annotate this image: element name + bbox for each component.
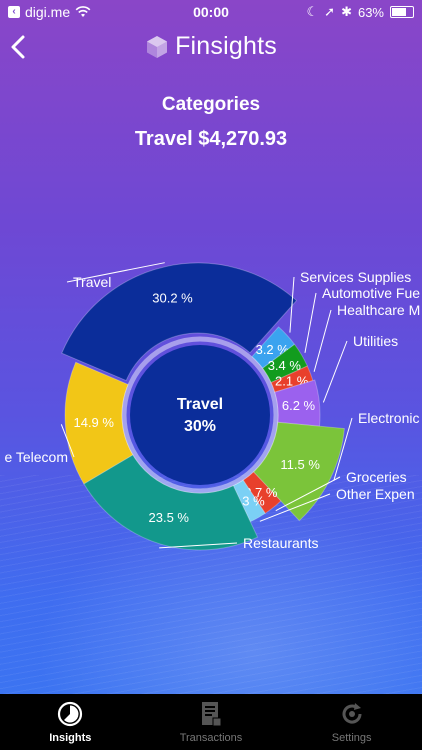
tab-settings[interactable]: Settings (292, 694, 412, 744)
back-to-app-icon[interactable]: ‹ (8, 6, 20, 18)
center-label: Travel (177, 396, 223, 413)
page-title: Categories (161, 94, 261, 115)
category-donut-chart[interactable]: 30.2 %Travel3.2 %Services Supplies3.4 %A… (0, 160, 422, 580)
slice-label-services: Services Supplies (300, 269, 411, 285)
refresh-icon (342, 703, 362, 724)
tab-insights[interactable]: Insights (10, 694, 130, 744)
leader-line-utilities (322, 340, 348, 403)
slice-label-automotive: Automotive Fue (322, 285, 420, 301)
location-icon: ➚ (324, 4, 336, 19)
battery-percent: 63% (357, 4, 384, 20)
slice-label-utilities: Utilities (353, 333, 398, 349)
selected-category-total: Travel $4,270.93 (134, 128, 288, 150)
tab-transactions[interactable]: Transactions (151, 694, 271, 744)
receipt-icon (201, 702, 222, 727)
tab-label-settings: Settings (331, 732, 372, 744)
leader-line-automotive (304, 292, 317, 353)
slice-label-restaurants: Restaurants (243, 535, 318, 551)
slice-label-groceries: Groceries (346, 469, 407, 485)
center-percent: 30% (184, 418, 216, 435)
app-brand: Finsights (0, 32, 422, 61)
carrier-name: digi.me (25, 4, 71, 20)
hexagon-logo-icon (147, 35, 168, 58)
moon-icon: ☾ (306, 4, 319, 19)
leader-line-healthcare (313, 309, 332, 372)
status-bar: ‹ digi.me 00:00 ☾ ➚ ✱ 63% (0, 0, 422, 24)
slice-label-telecom: e Telecom (4, 449, 68, 465)
app-name: Finsights (175, 32, 277, 60)
slice-value-utilities: 6.2 % (282, 398, 316, 413)
slice-label-electronics: Electronic (358, 410, 419, 426)
slice-value-travel: 30.2 % (152, 290, 193, 305)
slice-value-electronics: 11.5 % (280, 457, 320, 472)
slice-label-travel: Travel (73, 274, 111, 290)
slice-value-restaurants: 23.5 % (149, 510, 190, 525)
slice-value-telecom: 14.9 % (73, 415, 114, 430)
tab-bar: Insights Transactions Settings (0, 694, 422, 750)
bluetooth-icon: ✱ (341, 4, 352, 19)
battery-icon (390, 6, 414, 18)
tab-label-transactions: Transactions (179, 732, 243, 744)
center-disc (130, 345, 270, 485)
pie-chart-icon (58, 701, 83, 727)
nav-header: Finsights (0, 28, 422, 68)
wifi-icon (75, 6, 91, 17)
slice-label-other: Other Expen (336, 486, 415, 502)
slice-label-healthcare: Healthcare M (337, 302, 420, 318)
tab-label-insights: Insights (49, 732, 92, 744)
